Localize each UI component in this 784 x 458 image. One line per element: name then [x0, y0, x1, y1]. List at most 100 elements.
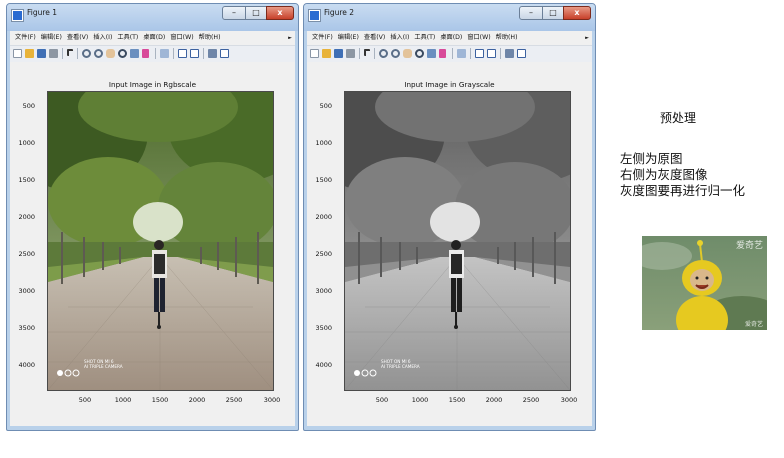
- teletubby-thumbnail: 爱奇艺 爱奇艺: [642, 236, 767, 330]
- image-axes[interactable]: SHOT ON MI 6 AI TRIPLE CAMERA: [345, 92, 570, 390]
- zoom-in-icon[interactable]: [82, 49, 91, 58]
- x-tick-label: 500: [375, 396, 389, 404]
- toolbar-separator: [452, 48, 453, 59]
- camera-watermark-line: AI TRIPLE CAMERA: [84, 364, 123, 369]
- minimize-button[interactable]: –: [519, 6, 543, 20]
- toolbar: [10, 45, 295, 63]
- y-tick-label: 3000: [315, 287, 332, 295]
- pan-icon[interactable]: [106, 49, 115, 58]
- window-title: Figure 1: [27, 8, 58, 17]
- x-tick-label: 2500: [225, 396, 243, 404]
- y-tick-label: 2000: [18, 213, 35, 221]
- title-bar[interactable]: Figure 2 – □ x: [304, 4, 595, 31]
- toolbar-separator: [374, 48, 375, 59]
- figure-canvas: Input Image in Rgbscale SHOT ON MI 6 AI …: [10, 62, 295, 426]
- matlab-figure-icon: [309, 10, 320, 21]
- menu-help[interactable]: 帮助(H): [199, 34, 221, 41]
- data-cursor-icon[interactable]: [130, 49, 139, 58]
- y-tick-label: 2000: [315, 213, 332, 221]
- note-line: 灰度图要再进行归一化: [620, 183, 746, 198]
- link-plot-icon[interactable]: [457, 49, 466, 58]
- menu-view[interactable]: 查看(V): [364, 34, 385, 41]
- menu-insert[interactable]: 插入(I): [93, 34, 112, 41]
- pan-icon[interactable]: [403, 49, 412, 58]
- print-icon[interactable]: [49, 49, 58, 58]
- open-file-icon[interactable]: [322, 49, 331, 58]
- brush-icon[interactable]: [142, 49, 149, 58]
- y-tick-label: 1500: [18, 176, 35, 184]
- menu-desktop[interactable]: 桌面(D): [143, 34, 165, 41]
- show-plot-tools-icon[interactable]: [220, 49, 229, 58]
- menu-tools[interactable]: 工具(T): [414, 34, 435, 41]
- menu-edit[interactable]: 编辑(E): [338, 34, 359, 41]
- maximize-button[interactable]: □: [542, 6, 564, 20]
- brush-icon[interactable]: [439, 49, 446, 58]
- rotate-3d-icon[interactable]: [415, 49, 424, 58]
- image-axes[interactable]: SHOT ON MI 6 AI TRIPLE CAMERA: [48, 92, 273, 390]
- print-icon[interactable]: [346, 49, 355, 58]
- rotate-3d-icon[interactable]: [118, 49, 127, 58]
- edit-plot-icon[interactable]: [364, 49, 370, 56]
- video-watermark: 爱奇艺: [744, 321, 763, 328]
- y-tick-label: 3000: [18, 287, 35, 295]
- camera-watermark: SHOT ON MI 6 AI TRIPLE CAMERA: [381, 359, 420, 369]
- camera-watermark-dots: [56, 362, 82, 381]
- link-plot-icon[interactable]: [160, 49, 169, 58]
- menu-help[interactable]: 帮助(H): [496, 34, 518, 41]
- y-tick-label: 1000: [315, 139, 332, 147]
- menu-window[interactable]: 窗口(W): [170, 34, 193, 41]
- hide-plot-tools-icon[interactable]: [505, 49, 514, 58]
- save-icon[interactable]: [37, 49, 46, 58]
- maximize-button[interactable]: □: [245, 6, 267, 20]
- edit-plot-icon[interactable]: [67, 49, 73, 56]
- menu-insert[interactable]: 插入(I): [390, 34, 409, 41]
- minimize-button[interactable]: –: [222, 6, 246, 20]
- x-tick-label: 2500: [522, 396, 540, 404]
- x-tick-label: 1000: [114, 396, 132, 404]
- new-figure-icon[interactable]: [13, 49, 22, 58]
- toolbar-separator: [203, 48, 204, 59]
- legend-icon[interactable]: [487, 49, 496, 58]
- zoom-out-icon[interactable]: [391, 49, 400, 58]
- photo-color: [48, 92, 273, 390]
- y-tick-label: 4000: [315, 361, 332, 369]
- legend-icon[interactable]: [190, 49, 199, 58]
- camera-watermark-dots: [353, 362, 379, 381]
- menu-desktop[interactable]: 桌面(D): [440, 34, 462, 41]
- y-tick-label: 1000: [18, 139, 35, 147]
- x-tick-label: 1000: [411, 396, 429, 404]
- show-plot-tools-icon[interactable]: [517, 49, 526, 58]
- matlab-figure-icon: [12, 10, 23, 21]
- title-bar[interactable]: Figure 1 – □ x: [7, 4, 298, 31]
- open-file-icon[interactable]: [25, 49, 34, 58]
- x-tick-label: 1500: [151, 396, 169, 404]
- menu-overflow-icon[interactable]: ►: [288, 31, 292, 45]
- menu-edit[interactable]: 编辑(E): [41, 34, 62, 41]
- y-tick-label: 3500: [315, 324, 332, 332]
- menu-file[interactable]: 文件(F): [15, 34, 36, 41]
- y-tick-label: 2500: [18, 250, 35, 258]
- menu-overflow-icon[interactable]: ►: [585, 31, 589, 45]
- menu-view[interactable]: 查看(V): [67, 34, 88, 41]
- zoom-in-icon[interactable]: [379, 49, 388, 58]
- zoom-out-icon[interactable]: [94, 49, 103, 58]
- y-tick-label: 2500: [315, 250, 332, 258]
- colorbar-icon[interactable]: [178, 49, 187, 58]
- colorbar-icon[interactable]: [475, 49, 484, 58]
- close-button[interactable]: x: [266, 6, 294, 20]
- menu-window[interactable]: 窗口(W): [467, 34, 490, 41]
- close-button[interactable]: x: [563, 6, 591, 20]
- x-tick-label: 1500: [448, 396, 466, 404]
- data-cursor-icon[interactable]: [427, 49, 436, 58]
- toolbar-separator: [62, 48, 63, 59]
- save-icon[interactable]: [334, 49, 343, 58]
- menu-file[interactable]: 文件(F): [312, 34, 333, 41]
- photo-grayscale: [345, 92, 570, 390]
- camera-watermark: SHOT ON MI 6 AI TRIPLE CAMERA: [84, 359, 123, 369]
- new-figure-icon[interactable]: [310, 49, 319, 58]
- menu-tools[interactable]: 工具(T): [117, 34, 138, 41]
- hide-plot-tools-icon[interactable]: [208, 49, 217, 58]
- y-tick-label: 3500: [18, 324, 35, 332]
- axes-title: Input Image in Rgbscale: [108, 80, 197, 89]
- x-tick-label: 3000: [263, 396, 281, 404]
